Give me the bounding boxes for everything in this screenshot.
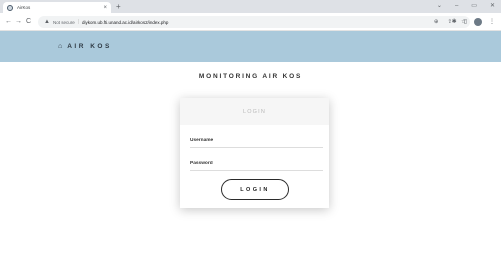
reload-button[interactable]: C bbox=[26, 16, 31, 27]
username-input[interactable] bbox=[190, 138, 323, 143]
brand-title[interactable]: AIR KOS bbox=[67, 43, 112, 50]
forward-button[interactable]: → bbox=[15, 16, 22, 27]
separator: | bbox=[77, 19, 80, 25]
menu-icon[interactable]: ⋮ bbox=[489, 16, 495, 28]
url-text[interactable]: diykom.ub.fti.unand.ac.id/airkos2/index.… bbox=[82, 20, 168, 25]
tab-title: AirKos bbox=[17, 5, 31, 10]
minimize-icon[interactable]: – bbox=[455, 1, 458, 12]
username-field[interactable] bbox=[190, 134, 323, 148]
browser-tab[interactable]: AirKos × bbox=[3, 2, 111, 13]
close-window-icon[interactable]: ✕ bbox=[490, 1, 495, 12]
profile-avatar[interactable] bbox=[474, 18, 482, 26]
extension-icon[interactable]: ✱ bbox=[452, 16, 457, 28]
login-card-header: LOGIN bbox=[180, 98, 329, 125]
zoom-icon[interactable]: ⊕ bbox=[434, 16, 439, 28]
browser-toolbar: ← → C ▲ Not secure | diykom.ub.fti.unand… bbox=[0, 13, 501, 31]
warning-icon[interactable]: ▲ bbox=[44, 19, 50, 25]
login-button[interactable]: LOGIN bbox=[221, 179, 289, 200]
back-button[interactable]: ← bbox=[5, 16, 12, 27]
favicon-icon bbox=[7, 4, 13, 11]
password-input[interactable] bbox=[190, 161, 323, 166]
window-controls: ⌄ – ▭ ✕ bbox=[437, 1, 495, 12]
sidepanel-icon[interactable]: ▯ bbox=[464, 16, 467, 28]
new-tab-button[interactable]: + bbox=[116, 2, 121, 12]
login-card: LOGIN LOGIN bbox=[180, 98, 329, 208]
browser-tabstrip: AirKos × + ⌄ – ▭ ✕ bbox=[0, 0, 501, 13]
password-field[interactable] bbox=[190, 157, 323, 171]
home-icon[interactable]: ⌂ bbox=[58, 43, 62, 50]
page-title: MONITORING AIR KOS bbox=[198, 73, 303, 80]
extensions-area: ✱ ▯ ⋮ bbox=[452, 16, 495, 28]
app-navbar: ⌂ AIR KOS bbox=[0, 31, 501, 62]
close-tab-icon[interactable]: × bbox=[103, 5, 107, 11]
not-secure-label: Not secure bbox=[52, 19, 75, 25]
maximize-icon[interactable]: ▭ bbox=[471, 1, 477, 12]
address-bar[interactable]: ▲ Not secure | diykom.ub.fti.unand.ac.id… bbox=[38, 16, 470, 28]
tab-search-icon[interactable]: ⌄ bbox=[437, 1, 442, 12]
